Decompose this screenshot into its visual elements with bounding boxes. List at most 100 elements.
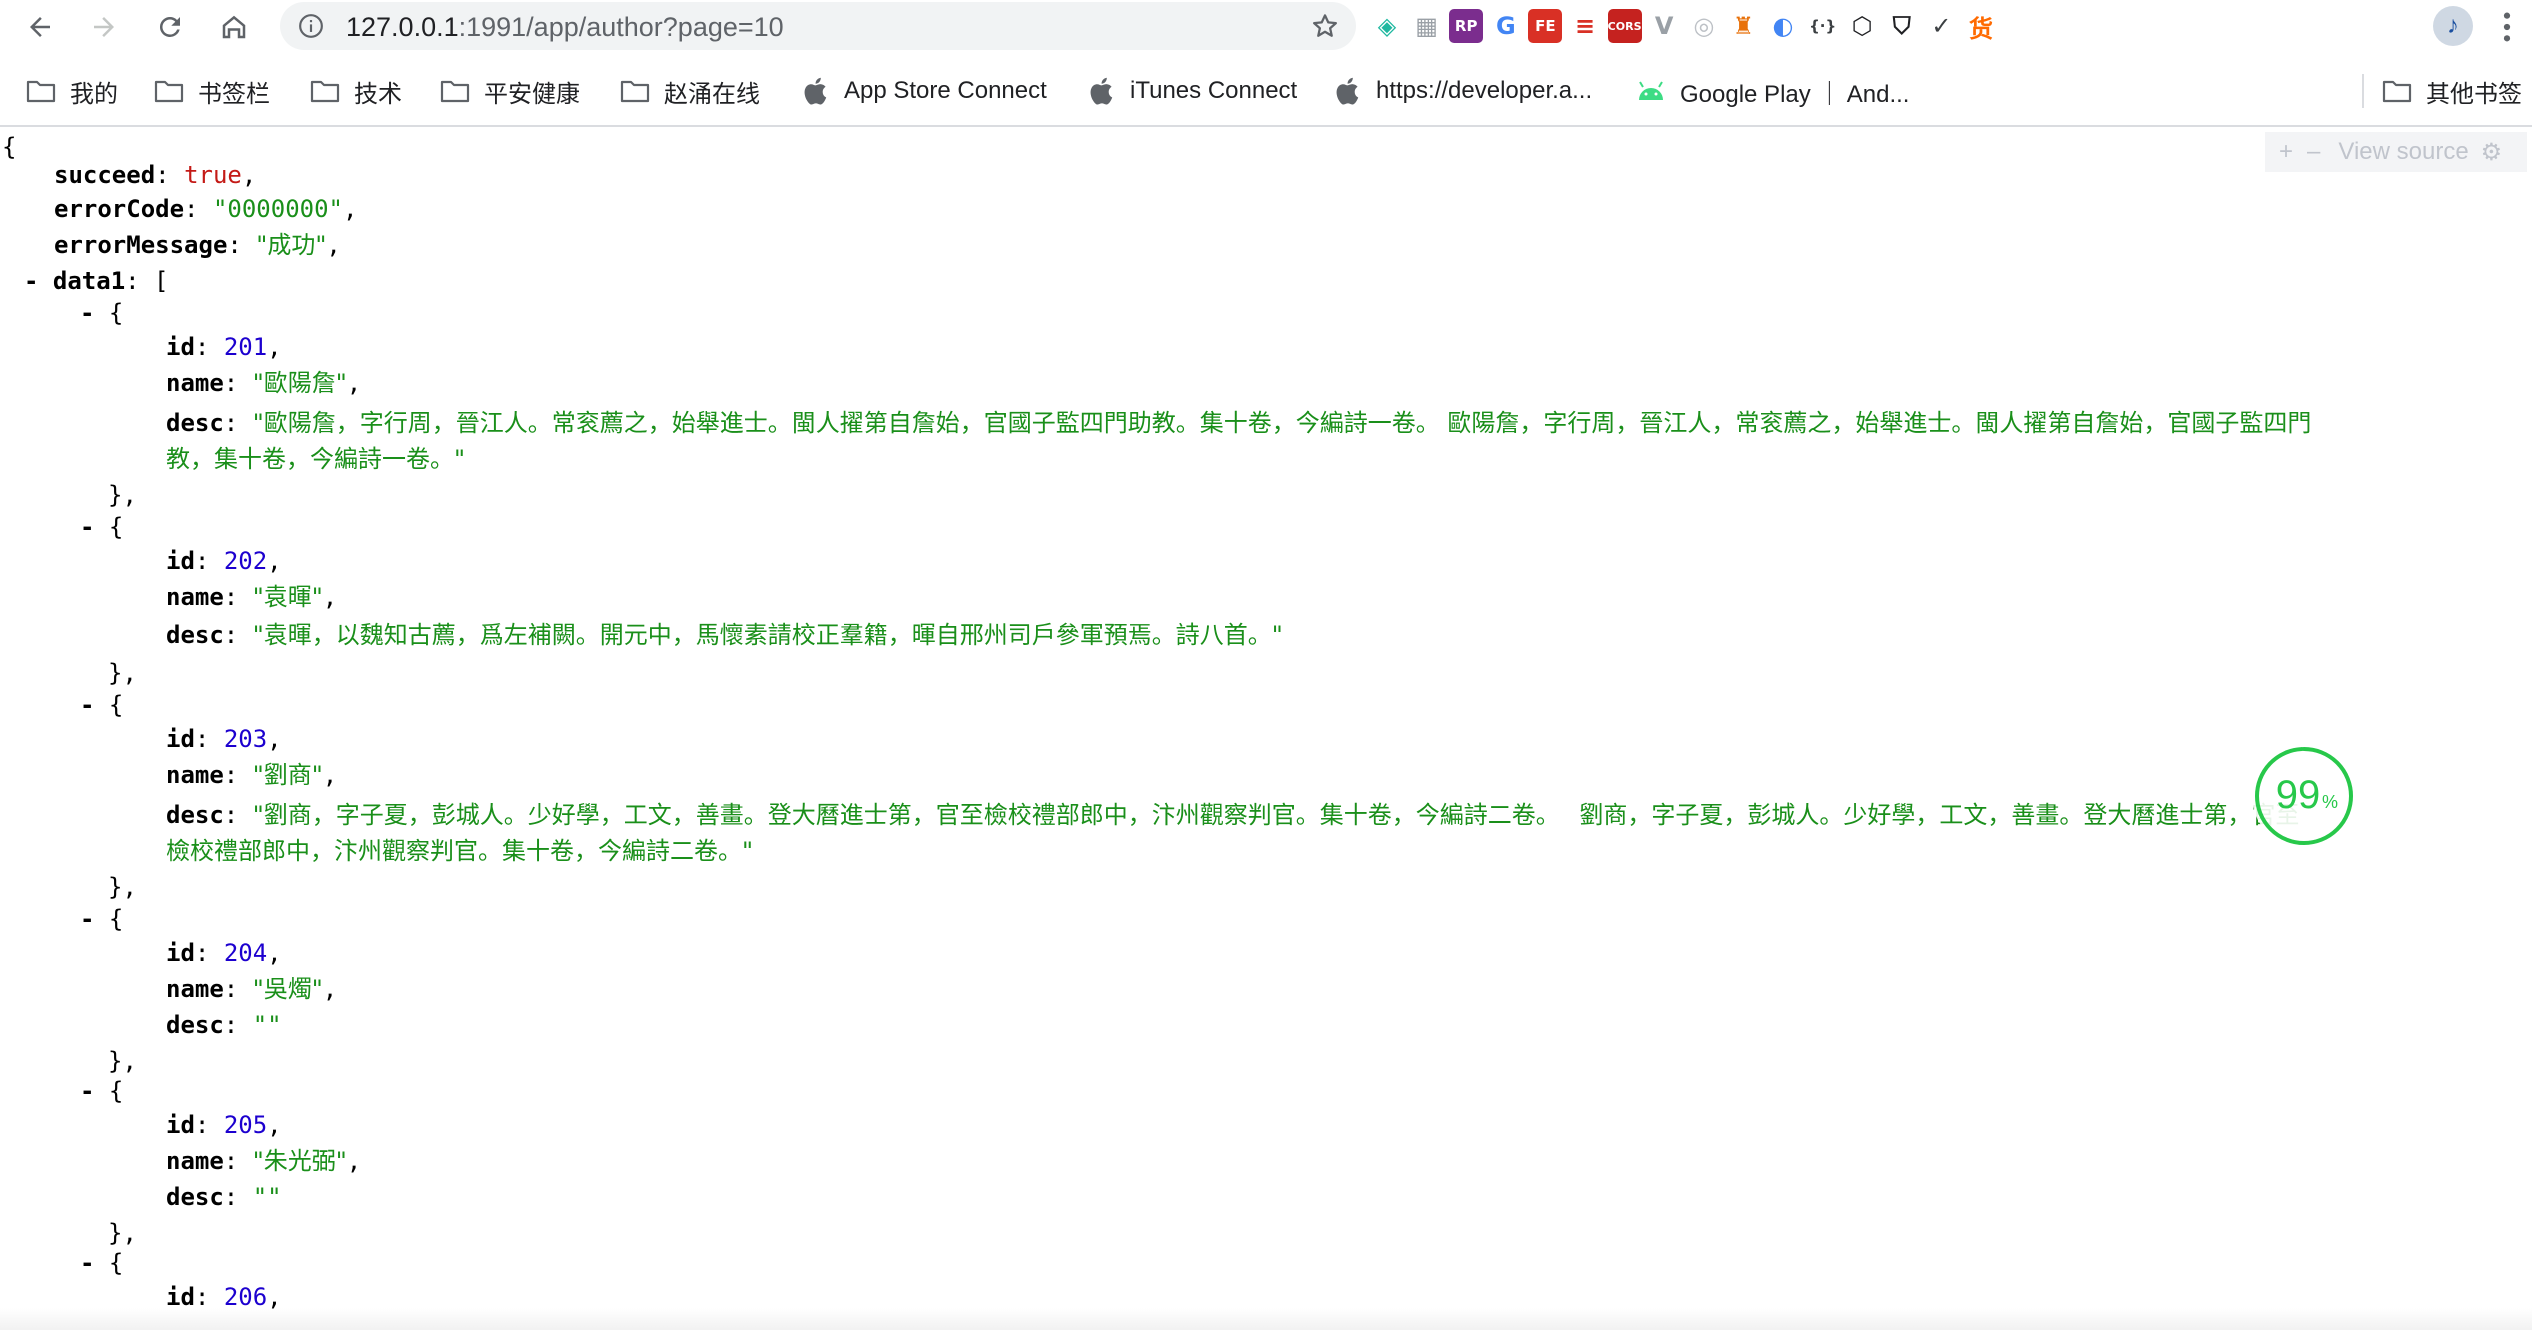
view-source-link[interactable]: View source	[2338, 138, 2468, 166]
check-extension-icon[interactable]: ✓	[1924, 9, 1958, 43]
bookmark-app-store-connect[interactable]: App Store Connect	[802, 70, 1047, 112]
goods-extension-icon[interactable]: 货	[1964, 9, 1998, 43]
apple-icon	[1336, 77, 1359, 105]
item-desc: desc: ""	[166, 1011, 282, 1039]
item-close: },	[108, 659, 137, 687]
bookmark-label: 赵涌在线	[664, 80, 760, 108]
address-bar[interactable]: 127.0.0.1:1991/app/author?page=10	[280, 2, 1356, 50]
lighthouse-extension-icon[interactable]: ♜	[1726, 9, 1760, 43]
braces-extension-icon[interactable]: {·}	[1806, 9, 1840, 43]
collapse-toggle[interactable]: -	[80, 1077, 94, 1105]
folder-icon	[26, 80, 56, 103]
id-value: 206	[223, 1283, 268, 1311]
bookmark-folder-wode[interactable]: 我的	[26, 70, 118, 112]
item-open: - {	[80, 1077, 124, 1105]
item-close: },	[108, 1047, 137, 1075]
vue-extension-icon[interactable]: V	[1647, 9, 1681, 43]
item-open: - {	[80, 905, 124, 933]
bookmark-label: App Store Connect	[844, 77, 1047, 104]
json-viewer: + – View source ⚙ { succeed: true, error…	[0, 130, 2532, 1330]
profile-avatar[interactable]: ♪	[2433, 6, 2473, 46]
item-desc: desc: "袁暉，以魏知古薦，爲左補闕。開元中，馬懷素請校正羣籍，暉自邢州司戶…	[166, 621, 1283, 649]
home-icon	[222, 15, 246, 39]
bookmark-label: 平安健康	[484, 80, 580, 108]
collapse-toggle[interactable]: -	[24, 267, 38, 295]
translate-extension-icon[interactable]: G	[1489, 9, 1523, 43]
item-desc-continued: 檢校禮部郎中，汴州觀察判官。集十卷，今編詩二卷。"	[166, 836, 753, 866]
bottom-fade	[0, 1308, 2532, 1330]
info-icon[interactable]	[298, 13, 324, 39]
item-name: name: "吳燭",	[166, 975, 338, 1003]
id-value: 205	[223, 1111, 268, 1139]
reload-icon	[159, 16, 180, 37]
progress-unit: %	[2322, 792, 2338, 812]
item-open: - {	[80, 691, 124, 719]
bookmark-developer-apple[interactable]: https://developer.a...	[1334, 70, 1592, 112]
progress-value: 99	[2276, 773, 2321, 817]
item-id: id: 203,	[166, 725, 282, 753]
item-open: - {	[80, 513, 124, 541]
bookmark-folder-pingan[interactable]: 平安健康	[440, 70, 580, 112]
item-desc: desc: "劉商，字子夏，彭城人。少好學，工文，善畫。登大曆進士第，官至檢校禮…	[166, 801, 2300, 829]
expand-all-button[interactable]: +	[2279, 138, 2293, 166]
bookmark-folder-tech[interactable]: 技术	[310, 70, 402, 112]
home-button[interactable]	[216, 9, 252, 45]
rp-extension-icon[interactable]: RP	[1449, 9, 1484, 43]
qr-extension-icon[interactable]: ▦	[1410, 9, 1444, 43]
collapse-all-button[interactable]: –	[2307, 138, 2320, 166]
menu-dots-icon[interactable]	[2500, 10, 2514, 44]
bookmark-star-icon[interactable]	[1310, 11, 1340, 41]
item-close: },	[108, 873, 137, 901]
desc-value-continued: 教，集十卷，今編詩一卷。"	[166, 445, 466, 473]
progress-circle-widget[interactable]: 99 %	[2250, 742, 2358, 850]
diamond-extension-icon[interactable]: ◈	[1370, 9, 1404, 43]
id-value: 201	[223, 333, 268, 361]
folder-icon	[440, 80, 470, 103]
bookmark-folder-zhaoyong[interactable]: 赵涌在线	[620, 70, 760, 112]
collapse-toggle[interactable]: -	[80, 691, 94, 719]
collapse-toggle[interactable]: -	[80, 513, 94, 541]
item-name: name: "袁暉",	[166, 583, 338, 611]
bookmark-folder-other[interactable]: 其他书签	[2382, 70, 2522, 112]
desc-value: "歐陽詹，字行周，晉江人。常衮薦之，始舉進士。閩人擢第自詹始，官國子監四門助教。…	[252, 409, 2312, 437]
collapse-toggle[interactable]: -	[80, 905, 94, 933]
name-value: "劉商"	[252, 761, 323, 789]
url-text[interactable]: 127.0.0.1:1991/app/author?page=10	[346, 12, 784, 43]
desc-value: ""	[252, 1183, 282, 1211]
target-extension-icon[interactable]: ◎	[1687, 9, 1721, 43]
reload-button[interactable]	[152, 9, 188, 45]
name-value: "袁暉"	[252, 583, 323, 611]
item-name: name: "歐陽詹",	[166, 369, 362, 397]
shield-extension-icon[interactable]: ⛉	[1885, 9, 1919, 43]
bookmark-google-play[interactable]: Google Play ｜ And...	[1636, 70, 1909, 112]
bookmark-itunes-connect[interactable]: iTunes Connect	[1088, 70, 1297, 112]
name-value: "吳燭"	[252, 975, 323, 1003]
stripes-extension-icon[interactable]: ≡	[1568, 9, 1602, 43]
gear-icon[interactable]: ⚙	[2481, 138, 2503, 167]
cors-extension-icon[interactable]: CORS	[1607, 9, 1642, 43]
name-value: "朱光弼"	[252, 1147, 347, 1175]
item-id: id: 205,	[166, 1111, 282, 1139]
back-button[interactable]	[22, 9, 58, 45]
field-errormessage: errorMessage: "成功",	[54, 231, 341, 259]
fe-extension-icon[interactable]: FE	[1528, 9, 1563, 43]
bookmark-folder-bookmarks-bar[interactable]: 书签栏	[154, 70, 270, 112]
back-arrow-icon	[30, 17, 50, 37]
collapse-toggle[interactable]: -	[80, 1249, 94, 1277]
browser-toolbar: 127.0.0.1:1991/app/author?page=10 ◈ ▦ RP G F…	[0, 0, 2532, 54]
android-icon	[1639, 81, 1663, 100]
root-open-brace: {	[2, 133, 17, 161]
desc-value: "劉商，字子夏，彭城人。少好學，工文，善畫。登大曆進士第，官至檢校禮部郎中，汴州…	[252, 801, 2300, 829]
cube-extension-icon[interactable]: ⬡	[1845, 9, 1879, 43]
url-host: 127.0.0.1	[346, 12, 459, 42]
folder-icon	[620, 80, 650, 103]
item-open: - {	[80, 1249, 124, 1277]
collapse-toggle[interactable]: -	[80, 299, 94, 327]
field-data1: - data1: [	[24, 267, 169, 295]
item-close: },	[108, 1219, 137, 1247]
desc-value-continued: 檢校禮部郎中，汴州觀察判官。集十卷，今編詩二卷。"	[166, 837, 754, 865]
forward-button[interactable]	[86, 9, 122, 45]
id-value: 204	[223, 939, 268, 967]
bookmark-label: 技术	[354, 80, 402, 108]
circle-extension-icon[interactable]: ◐	[1766, 9, 1800, 43]
